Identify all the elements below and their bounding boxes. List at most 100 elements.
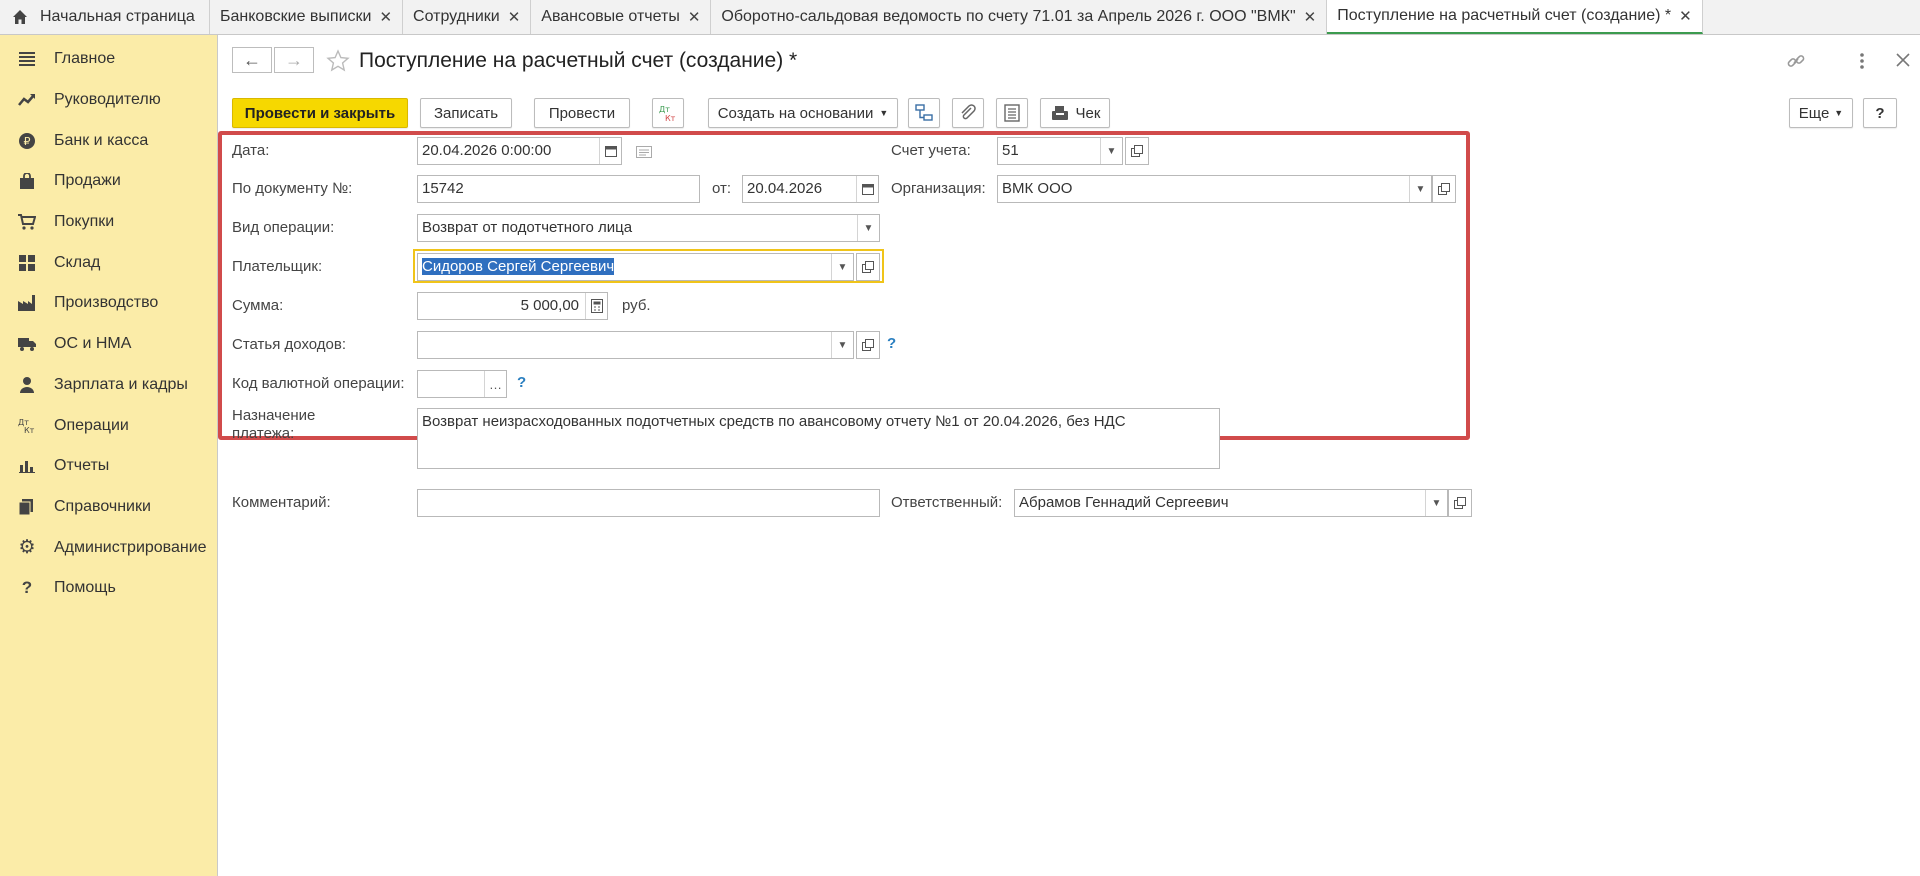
from-label: от: bbox=[712, 180, 732, 197]
chevron-down-icon[interactable]: ▼ bbox=[831, 254, 853, 280]
structure-button[interactable] bbox=[908, 98, 940, 128]
more-button[interactable]: Еще ▼ bbox=[1789, 98, 1853, 128]
kebab-menu-icon[interactable] bbox=[1858, 51, 1866, 71]
tab-employees[interactable]: Сотрудники ✕ bbox=[403, 0, 532, 34]
sidebar-item-label: Операции bbox=[54, 416, 129, 434]
tab-bank-receipt[interactable]: Поступление на расчетный счет (создание)… bbox=[1327, 0, 1703, 34]
arrow-left-icon: ← bbox=[243, 49, 261, 70]
date-field[interactable]: 20.04.2026 0:00:00 bbox=[417, 137, 622, 165]
chevron-down-icon[interactable]: ▼ bbox=[1409, 176, 1431, 202]
payer-field[interactable]: Сидоров Сергей Сергеевич ▼ bbox=[417, 253, 854, 281]
attach-button[interactable] bbox=[952, 98, 984, 128]
account-label: Счет учета: bbox=[891, 142, 971, 159]
purpose-field[interactable]: Возврат неизрасходованных подотчетных ср… bbox=[417, 408, 1220, 469]
open-icon[interactable] bbox=[1448, 489, 1472, 517]
menu-icon bbox=[18, 50, 36, 68]
post-and-close-button[interactable]: Провести и закрыть bbox=[232, 98, 408, 128]
open-icon[interactable] bbox=[856, 253, 880, 281]
sidebar-item-sales[interactable]: Продажи bbox=[0, 161, 217, 202]
sidebar-item-production[interactable]: Производство bbox=[0, 283, 217, 324]
sidebar-item-fixed-assets[interactable]: ОС и НМА bbox=[0, 324, 217, 365]
sidebar-item-label: Администрирование bbox=[54, 538, 207, 556]
purpose-label: Назначение платежа: bbox=[232, 407, 316, 442]
sidebar-item-purchases[interactable]: Покупки bbox=[0, 202, 217, 243]
sum-field[interactable]: 5 000,00 bbox=[417, 292, 608, 320]
tab-home[interactable]: Начальная страница bbox=[0, 0, 210, 34]
tab-bank-statements[interactable]: Банковские выписки ✕ bbox=[210, 0, 404, 34]
sidebar-item-label: Покупки bbox=[54, 213, 115, 231]
organization-field[interactable]: ВМК ООО ▼ bbox=[997, 175, 1432, 203]
dt-kt-button[interactable]: Дт Кт bbox=[652, 98, 684, 128]
close-icon[interactable]: ✕ bbox=[1679, 7, 1692, 25]
open-icon[interactable] bbox=[1432, 175, 1456, 203]
warehouse-icon bbox=[18, 254, 36, 272]
close-icon[interactable] bbox=[1895, 52, 1911, 68]
sidebar-item-manager[interactable]: Руководителю bbox=[0, 80, 217, 121]
income-item-label: Статья доходов: bbox=[232, 336, 347, 353]
account-field[interactable]: 51 ▼ bbox=[997, 137, 1123, 165]
account-value: 51 bbox=[1002, 142, 1019, 159]
close-icon[interactable]: ✕ bbox=[379, 8, 392, 26]
post-button[interactable]: Провести bbox=[534, 98, 630, 128]
sidebar-item-help[interactable]: ? Помощь bbox=[0, 568, 217, 609]
responsible-value: Абрамов Геннадий Сергеевич bbox=[1019, 494, 1229, 511]
chevron-down-icon[interactable]: ▼ bbox=[1100, 138, 1122, 164]
income-item-field[interactable]: ▼ bbox=[417, 331, 854, 359]
cash-register-icon bbox=[1051, 106, 1068, 120]
print-button[interactable] bbox=[996, 98, 1028, 128]
currency-op-label: Код валютной операции: bbox=[232, 375, 405, 392]
sidebar-item-admin[interactable]: ⚙ Администрирование bbox=[0, 527, 217, 568]
help-question-icon[interactable]: ? bbox=[887, 335, 896, 352]
sidebar-item-main[interactable]: Главное bbox=[0, 39, 217, 80]
forward-button[interactable]: → bbox=[274, 47, 314, 73]
close-icon[interactable]: ✕ bbox=[508, 8, 521, 26]
responsible-field[interactable]: Абрамов Геннадий Сергеевич ▼ bbox=[1014, 489, 1448, 517]
open-icon[interactable] bbox=[856, 331, 880, 359]
currency-op-field[interactable]: … bbox=[417, 370, 507, 398]
chevron-down-icon[interactable]: ▼ bbox=[857, 215, 879, 241]
chevron-down-icon[interactable]: ▼ bbox=[1425, 490, 1447, 516]
sidebar-item-label: Производство bbox=[54, 294, 159, 312]
comment-field[interactable] bbox=[417, 489, 880, 517]
sidebar-item-directories[interactable]: Справочники bbox=[0, 487, 217, 528]
operation-type-field[interactable]: Возврат от подотчетного лица ▼ bbox=[417, 214, 880, 242]
cart-icon bbox=[18, 213, 36, 231]
sidebar-item-label: Помощь bbox=[54, 579, 116, 597]
calendar-icon[interactable] bbox=[856, 176, 878, 202]
doc-number-label: По документу №: bbox=[232, 180, 353, 197]
tab-bar: Начальная страница Банковские выписки ✕ … bbox=[0, 0, 1920, 35]
calendar-icon[interactable] bbox=[599, 138, 621, 164]
hierarchy-icon bbox=[915, 104, 933, 121]
sidebar-item-reports[interactable]: Отчеты bbox=[0, 446, 217, 487]
star-icon[interactable] bbox=[326, 49, 350, 73]
tab-advance-reports[interactable]: Авансовые отчеты ✕ bbox=[531, 0, 712, 34]
sidebar-item-salary[interactable]: Зарплата и кадры bbox=[0, 365, 217, 406]
chevron-down-icon[interactable]: ▼ bbox=[831, 332, 853, 358]
page-title: Поступление на расчетный счет (создание)… bbox=[359, 49, 798, 72]
link-icon[interactable] bbox=[1786, 51, 1806, 71]
close-icon[interactable]: ✕ bbox=[688, 8, 701, 26]
comment-label: Комментарий: bbox=[232, 494, 331, 511]
create-based-on-label: Создать на основании bbox=[717, 104, 874, 122]
create-based-on-button[interactable]: Создать на основании ▼ bbox=[708, 98, 898, 128]
doc-number-field[interactable]: 15742 bbox=[417, 175, 700, 203]
sidebar: Главное Руководителю ₽ Банк и касса Прод… bbox=[0, 35, 218, 876]
receipt-button[interactable]: Чек bbox=[1040, 98, 1110, 128]
tab-turnover-sheet[interactable]: Оборотно-сальдовая ведомость по счету 71… bbox=[711, 0, 1328, 34]
sidebar-item-label: Склад bbox=[54, 253, 101, 271]
sidebar-item-bank[interactable]: ₽ Банк и касса bbox=[0, 120, 217, 161]
close-icon[interactable]: ✕ bbox=[1304, 8, 1317, 26]
help-button[interactable]: ? bbox=[1863, 98, 1897, 128]
sidebar-item-label: Зарплата и кадры bbox=[54, 375, 188, 393]
sidebar-item-operations[interactable]: Дт Кт Операции bbox=[0, 405, 217, 446]
calculator-icon[interactable] bbox=[585, 293, 607, 319]
ellipsis-icon[interactable]: … bbox=[484, 371, 506, 397]
save-button[interactable]: Записать bbox=[420, 98, 512, 128]
open-icon[interactable] bbox=[1125, 137, 1149, 165]
question-icon: ? bbox=[21, 578, 33, 598]
back-button[interactable]: ← bbox=[232, 47, 272, 73]
doc-date-field[interactable]: 20.04.2026 bbox=[742, 175, 879, 203]
sidebar-item-warehouse[interactable]: Склад bbox=[0, 242, 217, 283]
notes-icon[interactable] bbox=[636, 146, 652, 158]
help-question-icon[interactable]: ? bbox=[517, 374, 526, 391]
